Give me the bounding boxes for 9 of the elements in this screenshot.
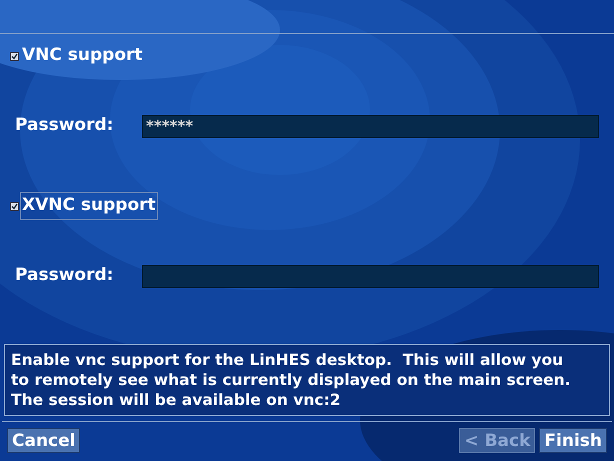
password-label: Password: bbox=[15, 114, 114, 138]
wizard-button[interactable]: Finish bbox=[539, 428, 607, 453]
password-label: Password: bbox=[15, 264, 114, 288]
wizard-button[interactable]: Cancel bbox=[7, 428, 80, 453]
checkbox-label: VNC support bbox=[21, 44, 144, 68]
help-text: Enable vnc support for the LinHES desktop. This will allow you to remotely see what is currently displayed on the main screen. The session will be available on vnc:2 bbox=[11, 350, 572, 410]
password-field[interactable] bbox=[142, 264, 599, 288]
password-field[interactable]: ****** bbox=[142, 114, 599, 138]
checkbox-label: XVNC support bbox=[20, 192, 158, 220]
